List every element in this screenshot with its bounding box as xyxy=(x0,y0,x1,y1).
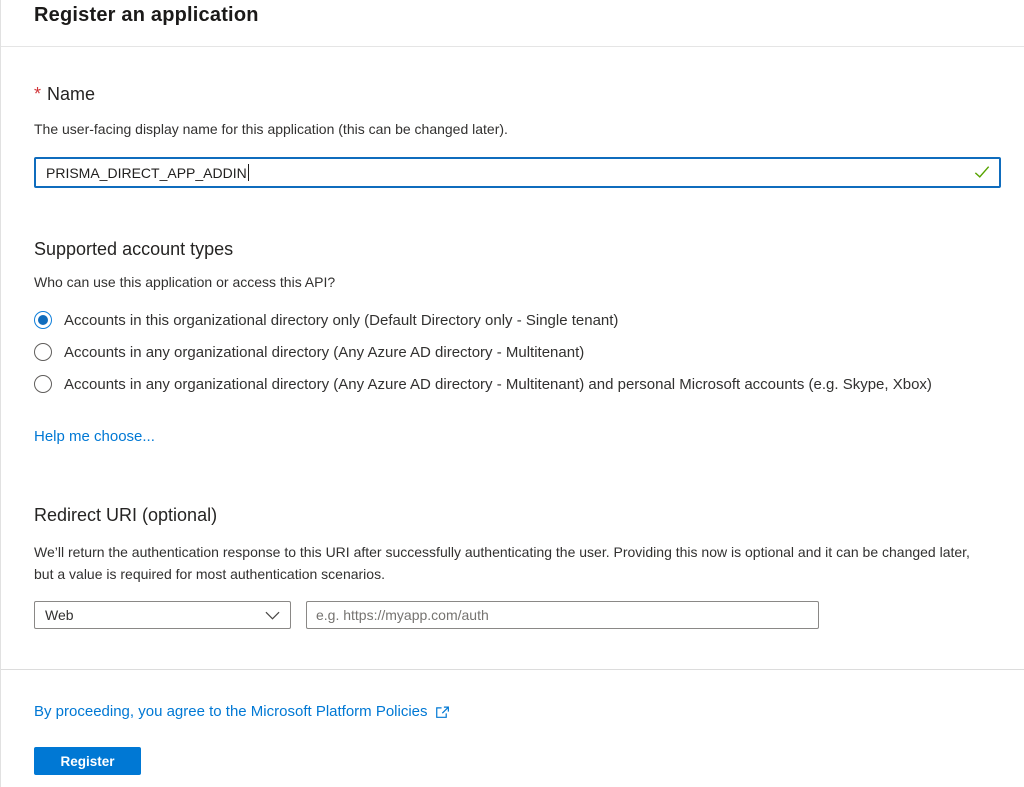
radio-single-tenant[interactable]: Accounts in this organizational director… xyxy=(34,311,618,329)
name-section-label: * Name xyxy=(34,84,95,105)
redirect-uri-description: We’ll return the authentication response… xyxy=(34,541,986,585)
name-label-text: Name xyxy=(47,84,95,104)
page-title: Register an application xyxy=(34,4,259,27)
radio-label: Accounts in any organizational directory… xyxy=(64,344,584,361)
account-types-heading: Supported account types xyxy=(34,239,233,260)
radio-circle-icon xyxy=(34,343,52,361)
register-application-blade: Register an application * Name The user-f… xyxy=(0,0,1024,787)
radio-multitenant[interactable]: Accounts in any organizational directory… xyxy=(34,343,584,361)
radio-label: Accounts in this organizational director… xyxy=(64,312,618,329)
text-cursor xyxy=(248,164,249,181)
footer-divider xyxy=(1,669,1024,670)
register-button[interactable]: Register xyxy=(34,747,141,775)
valid-check-icon xyxy=(974,165,990,179)
radio-label: Accounts in any organizational directory… xyxy=(64,376,932,393)
chevron-down-icon xyxy=(265,611,280,620)
blade-header: Register an application xyxy=(1,0,1024,47)
redirect-uri-heading: Redirect URI (optional) xyxy=(34,505,217,526)
account-types-question: Who can use this application or access t… xyxy=(34,274,335,290)
platform-policies-link[interactable]: By proceeding, you agree to the Microsof… xyxy=(34,703,428,720)
platform-select[interactable]: Web xyxy=(34,601,291,629)
application-name-value: PRISMA_DIRECT_APP_ADDIN xyxy=(46,165,247,181)
name-description: The user-facing display name for this ap… xyxy=(34,121,508,137)
required-asterisk: * xyxy=(34,84,41,104)
radio-circle-icon xyxy=(34,375,52,393)
help-me-choose-link[interactable]: Help me choose... xyxy=(34,428,155,445)
radio-multitenant-personal[interactable]: Accounts in any organizational directory… xyxy=(34,375,932,393)
policy-line: By proceeding, you agree to the Microsof… xyxy=(34,703,450,720)
external-link-icon xyxy=(435,706,450,719)
application-name-input[interactable]: PRISMA_DIRECT_APP_ADDIN xyxy=(34,157,1001,188)
redirect-uri-input[interactable] xyxy=(306,601,819,629)
radio-circle-icon xyxy=(34,311,52,329)
platform-select-value: Web xyxy=(45,607,74,623)
